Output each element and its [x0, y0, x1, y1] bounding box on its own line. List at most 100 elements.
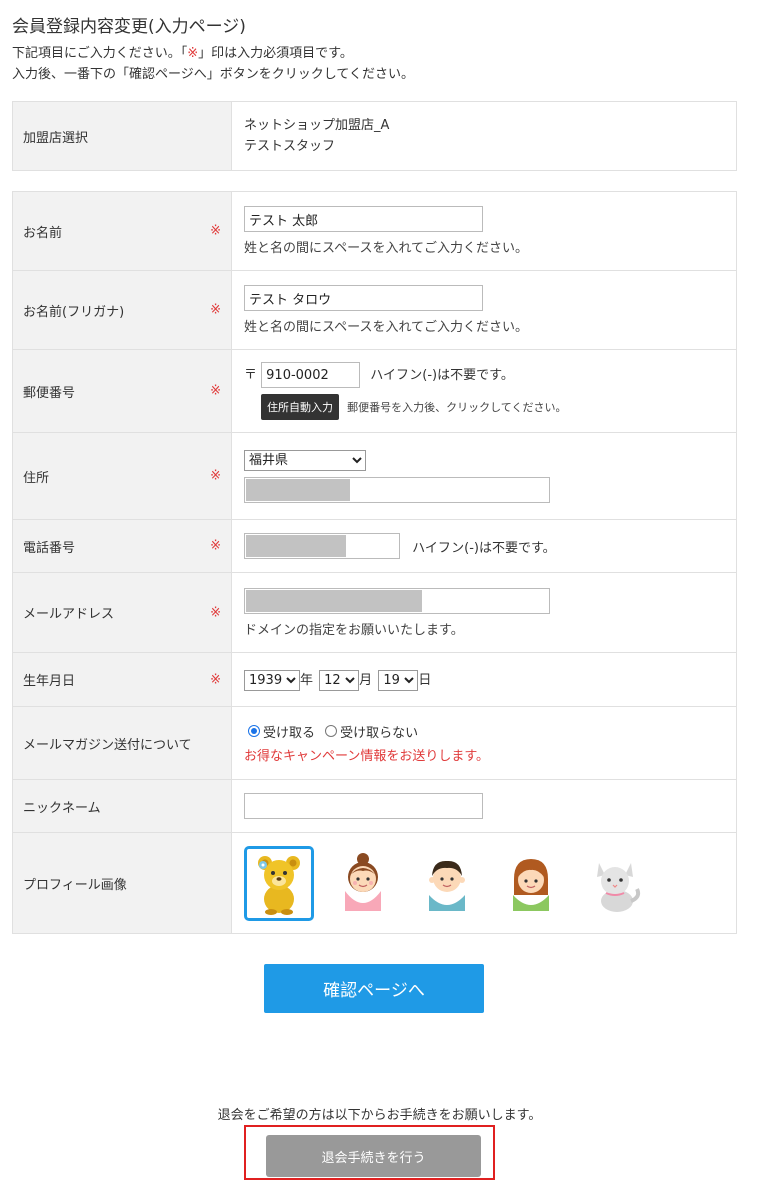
member-form-table: お名前 ※ 姓と名の間にスペースを入れてご入力ください。 お名前(フリガナ) ※…: [12, 191, 737, 934]
phone-input[interactable]: [244, 533, 400, 559]
boy-icon: [429, 860, 465, 911]
address-label-cell: 住所 ※: [12, 432, 232, 520]
name-label-cell: お名前 ※: [12, 191, 232, 271]
nickname-input[interactable]: [244, 793, 483, 819]
avatar-list: [244, 845, 724, 921]
phone-label-cell: 電話番号 ※: [12, 519, 232, 573]
address-label: 住所: [23, 470, 50, 486]
profile-image-value-cell: [231, 832, 737, 934]
row-profile-image: プロフィール画像: [12, 832, 737, 934]
birthday-label: 生年月日: [23, 674, 76, 689]
newsletter-value-cell: 受け取る 受け取らない お得なキャンペーン情報をお送りします。: [231, 706, 737, 780]
woman-avatar[interactable]: [496, 846, 566, 921]
newsletter-yes-radio[interactable]: 受け取る: [248, 722, 315, 741]
name-hint: 姓と名の間にスペースを入れてご入力ください。: [244, 241, 529, 256]
address-redacted: [246, 478, 350, 501]
woman-icon: [513, 859, 549, 911]
row-birthday: 生年月日 ※ 1939 年 12 月 19 日: [12, 652, 737, 707]
email-hint: ドメインの指定をお願いいたします。: [244, 622, 464, 638]
email-value-cell: ドメインの指定をお願いいたします。: [231, 572, 737, 653]
required-mark: ※: [210, 672, 221, 687]
intro-required-mark: ※: [187, 46, 199, 61]
newsletter-no-label: 受け取らない: [340, 725, 419, 741]
birthday-value-cell: 1939 年 12 月 19 日: [231, 652, 737, 707]
row-name: お名前 ※ 姓と名の間にスペースを入れてご入力ください。: [12, 191, 737, 271]
day-unit: 日: [418, 672, 432, 688]
prefecture-select[interactable]: 福井県: [244, 449, 366, 471]
shop-staff: テストスタッフ: [244, 139, 336, 154]
required-mark: ※: [210, 223, 221, 239]
bear-icon: [258, 856, 300, 915]
zip-autofill-hint: 郵便番号を入力後、クリックしてください。: [347, 401, 567, 414]
shop-value: ネットショップ加盟店_A テストスタッフ: [231, 101, 737, 171]
nickname-label: ニックネーム: [23, 800, 101, 816]
girl-avatar[interactable]: [328, 846, 398, 921]
zip-note: ハイフン(-)は不要です。: [370, 367, 514, 383]
zip-prefix: 〒: [244, 367, 258, 383]
phone-value-cell: ハイフン(-)は不要です。: [231, 519, 737, 573]
profile-image-label-cell: プロフィール画像: [12, 832, 232, 934]
shop-table: 加盟店選択 ネットショップ加盟店_A テストスタッフ: [12, 101, 737, 171]
phone-label: 電話番号: [23, 540, 76, 556]
birth-day-select[interactable]: 19: [378, 669, 419, 691]
radio-checked-icon: [248, 725, 260, 738]
year-unit: 年: [300, 672, 314, 688]
cat-avatar[interactable]: [580, 846, 650, 921]
row-newsletter: メールマガジン送付について 受け取る 受け取らない お得なキャンペーン情報をお送…: [12, 706, 737, 780]
email-input[interactable]: [244, 587, 550, 614]
phone-redacted: [246, 535, 346, 557]
zip-label-cell: 郵便番号 ※: [12, 349, 232, 433]
newsletter-yes-label: 受け取る: [263, 725, 316, 741]
required-mark: ※: [210, 468, 221, 484]
name-label: お名前: [23, 225, 63, 241]
name-value-cell: 姓と名の間にスペースを入れてご入力ください。: [231, 191, 737, 271]
withdraw-button[interactable]: 退会手続きを行う: [266, 1135, 481, 1177]
birthday-label-cell: 生年月日 ※: [12, 652, 232, 707]
email-redacted: [246, 589, 422, 612]
birth-year-select[interactable]: 1939: [244, 669, 300, 691]
nickname-value-cell: [231, 779, 737, 833]
row-kana: お名前(フリガナ) ※ 姓と名の間にスペースを入れてご入力ください。: [12, 270, 737, 350]
address-autofill-button[interactable]: 住所自動入力: [261, 394, 339, 420]
cat-icon: [597, 863, 641, 912]
phone-note: ハイフン(-)は不要です。: [412, 540, 556, 556]
boy-avatar[interactable]: [412, 846, 482, 921]
bear-avatar[interactable]: [244, 845, 314, 921]
row-nickname: ニックネーム: [12, 779, 737, 833]
intro-line1-after: 」印は入力必須項目です。: [198, 46, 353, 61]
zip-label: 郵便番号: [23, 385, 76, 401]
shop-name: ネットショップ加盟店_A: [244, 118, 390, 133]
radio-unchecked-icon: [325, 725, 338, 738]
kana-label-cell: お名前(フリガナ) ※: [12, 270, 232, 350]
birth-month-select[interactable]: 12: [319, 669, 360, 691]
intro-text: 下記項目にご入力ください。「※」印は入力必須項目です。 入力後、一番下の「確認ペ…: [12, 43, 414, 85]
name-input[interactable]: [244, 206, 483, 232]
zip-value-cell: 〒 ハイフン(-)は不要です。 住所自動入力 郵便番号を入力後、クリックしてくだ…: [231, 349, 737, 433]
email-label-cell: メールアドレス ※: [12, 572, 232, 653]
required-mark: ※: [210, 538, 221, 554]
kana-label: お名前(フリガナ): [23, 304, 125, 320]
girl-icon: [345, 853, 381, 911]
required-mark: ※: [210, 302, 221, 318]
row-email: メールアドレス ※ ドメインの指定をお願いいたします。: [12, 572, 737, 653]
intro-line2: 入力後、一番下の「確認ページへ」ボタンをクリックしてください。: [12, 67, 414, 82]
address-value-cell: 福井県: [231, 432, 737, 520]
month-unit: 月: [359, 672, 373, 688]
row-address: 住所 ※ 福井県: [12, 432, 737, 520]
address-input[interactable]: [244, 476, 550, 503]
email-label: メールアドレス: [23, 607, 115, 622]
newsletter-label: メールマガジン送付について: [23, 737, 192, 753]
kana-value-cell: 姓と名の間にスペースを入れてご入力ください。: [231, 270, 737, 350]
required-mark: ※: [210, 605, 221, 620]
intro-line1-before: 下記項目にご入力ください。「: [12, 46, 188, 61]
confirm-button[interactable]: 確認ページへ: [264, 964, 484, 1013]
required-mark: ※: [210, 383, 221, 399]
page-title: 会員登録内容変更(入力ページ): [12, 17, 246, 37]
row-phone: 電話番号 ※ ハイフン(-)は不要です。: [12, 519, 737, 573]
newsletter-no-radio[interactable]: 受け取らない: [325, 722, 418, 741]
shop-label: 加盟店選択: [12, 101, 232, 171]
kana-hint: 姓と名の間にスペースを入れてご入力ください。: [244, 320, 529, 335]
zip-input[interactable]: [261, 362, 361, 388]
profile-image-label: プロフィール画像: [23, 877, 127, 893]
kana-input[interactable]: [244, 285, 483, 311]
